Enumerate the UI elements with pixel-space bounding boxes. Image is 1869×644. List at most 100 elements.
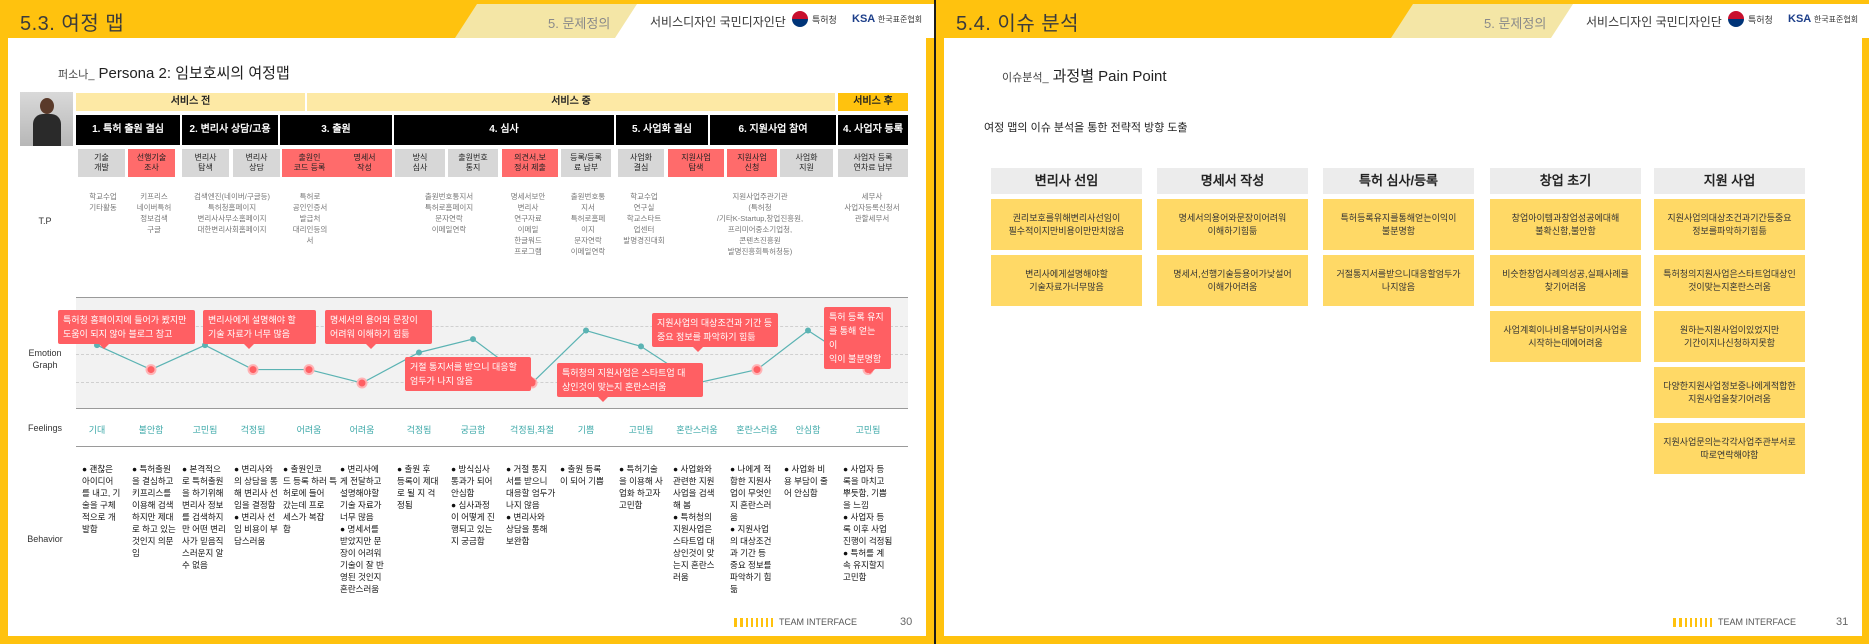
feeling-label: 궁금함 <box>460 425 486 435</box>
touchpoint: 출원인 코드 등록 <box>282 149 337 177</box>
feeling-label: 고민됨 <box>628 425 654 435</box>
row-label-tp: T.P <box>38 216 52 226</box>
behavior-text: ● 본격적으 로 특허출원 을 하기위해 변리사 정보 를 검색하지 만 어떤 … <box>182 464 226 570</box>
row-label-behavior: Behavior <box>27 534 63 544</box>
feeling-label: 어려움 <box>349 425 375 435</box>
pain-point-card: 특허등록유지를통해얻는이익이 불분명함 <box>1323 199 1474 250</box>
ksa-mark: KSA <box>1788 13 1811 25</box>
behavior-text: ● 사업자 등 록을 마치고 뿌듯함, 기쁨 을 느낌 ● 사업자 등 록 이후… <box>843 464 893 582</box>
touchpoint: 지원사업 신청 <box>727 149 777 177</box>
page-title: 5.3. 여정 맵 <box>20 13 125 35</box>
footer-brand: TEAM INTERFACE <box>1673 617 1796 627</box>
touchpoint-tip: 특허로 공인인증서 발급처 대리인등의 서 <box>292 192 328 245</box>
journey-stage: 2. 변리사 상담/고용 <box>182 115 278 145</box>
behavior-text: ● 괜찮은 아이디어 를 내고, 기 술을 구체 적으로 개 발함 <box>82 464 121 534</box>
touchpoint: 사업화 지원 <box>780 149 833 177</box>
journey-stage: 1. 특허 출원 결심 <box>76 115 180 145</box>
page-title: 5.4. 이슈 분석 <box>956 13 1080 35</box>
pain-column-header: 지원 사업 <box>1654 168 1805 194</box>
photo-body <box>33 114 61 146</box>
behavior-text: ● 거절 통지 서를 받으니 대응할 엄두가 나지 않음 ● 변리사와 상담을 … <box>506 464 556 546</box>
touchpoint-tip: 출원번호통 지서 특허로홈페 이지 문자연락 이메일연락 <box>570 192 606 256</box>
graph-gridline <box>76 354 908 355</box>
ksa-logo: KSA 한국표준협회 <box>1788 13 1858 25</box>
pain-bubble: 지원사업의 대상조건과 기간 등 중요 정보를 파악하기 힘듦 <box>652 313 778 352</box>
issue-title: 이슈분석_ 과정별 Pain Point <box>1002 65 1167 86</box>
touchpoint: 변리사 탐색 <box>182 149 229 177</box>
behavior-text: ● 출원인코 드 등록 하러 특 허로에 들어 갔는데 프로 세스가 복잡 함 <box>283 464 338 534</box>
row-label-emotion: Emotion Graph <box>28 348 62 370</box>
kipo-logo: 특허청 <box>792 11 837 27</box>
behavior-text: ● 특허출원 을 결심하고 키프리스를 이용해 검색 하지만 제대 로 하고 있… <box>132 464 176 558</box>
touchpoint-tip: 키프리스 네이버특허 정보검색 구글 <box>136 192 172 234</box>
graph-gridline <box>76 326 908 327</box>
behavior-text: ● 나에게 적 합한 지원사 업이 무엇인 지 혼란스러 움 ● 지원사업 의 … <box>730 464 772 594</box>
slide-journey-map: 5.3. 여정 맵 5. 문제정의 서비스디자인 국민디자인단 특허청 KSA … <box>0 0 934 644</box>
pain-point-card: 변리사에게설명해야할 기술자료가너무많음 <box>991 255 1142 306</box>
persona-photo <box>20 92 73 146</box>
pain-bubble: 특허 등록 유지 를 통해 얻는 이 익이 불분명함 <box>824 307 891 374</box>
kipo-label: 특허청 <box>812 14 837 25</box>
footer-brand: TEAM INTERFACE <box>734 617 857 627</box>
behavior-text: ● 방식심사 통과가 되어 안심함 ● 심사과정 이 어떻게 진 행되고 있는 … <box>451 464 495 546</box>
touchpoint-tip: 학교수업 기타활동 <box>89 192 117 212</box>
touchpoint: 기술 개발 <box>78 149 125 177</box>
footer-bars-icon <box>1673 617 1712 627</box>
phase-header: 서비스 중 <box>307 93 835 111</box>
phase-header: 서비스 전 <box>76 93 305 111</box>
pain-point-card: 다양한지원사업정보중나에게적합한 지원사업을찾기어려움 <box>1654 367 1805 418</box>
pain-column-header: 변리사 선임 <box>991 168 1142 194</box>
journey-stage: 3. 출원 <box>280 115 392 145</box>
feeling-label: 기쁨 <box>577 425 595 435</box>
feeling-label: 고민됨 <box>192 425 218 435</box>
pain-bubble: 특허청 홈페이지에 들어가 봤지만 도움이 되지 않아 블로그 참고 <box>58 310 195 349</box>
pain-column-header: 명세서 작성 <box>1157 168 1308 194</box>
program-label: 서비스디자인 국민디자인단 <box>650 15 786 29</box>
touchpoint: 명세서 작성 <box>337 149 392 177</box>
behavior-text: ● 사업화 비 용 부담이 줄 어 안심함 <box>784 464 828 498</box>
slide-header: 5.4. 이슈 분석 5. 문제정의 서비스디자인 국민디자인단 특허청 KSA… <box>936 0 1869 40</box>
issue-heading: 과정별 Pain Point <box>1052 68 1167 85</box>
touchpoint: 방식 심사 <box>395 149 445 177</box>
taegeuk-icon <box>792 11 808 27</box>
touchpoint-tip: 학교수업 연구실 학교스타트 업센터 발명경진대회 <box>623 192 665 245</box>
page-number: 31 <box>1836 616 1849 628</box>
section-label: 5. 문제정의 <box>548 16 611 31</box>
kipo-label: 특허청 <box>1748 14 1773 25</box>
pain-point-card: 지원사업문의는각각사업주관부서로 따로연락해야함 <box>1654 423 1805 474</box>
touchpoint-tip: 지원사업주관기관 (특허청 /기타K-Startup,창업진흥원, 프리미어중소… <box>716 192 804 256</box>
footer-bars-icon <box>734 617 773 627</box>
pain-point-card: 창업아이템과창업성공에대해 불확신함,불안함 <box>1490 199 1641 250</box>
touchpoint: 출원번호 통지 <box>448 149 498 177</box>
pain-point-card: 명세서,선행기술등용어가낯설어 이해가어려움 <box>1157 255 1308 306</box>
touchpoint: 선행기술 조사 <box>128 149 175 177</box>
feeling-label: 혼란스러움 <box>736 425 778 435</box>
feeling-label: 걱정됨,좌절 <box>510 425 554 435</box>
section-label: 5. 문제정의 <box>1484 16 1547 31</box>
journey-stage: 4. 사업자 등록 <box>838 115 908 145</box>
issue-prefix: 이슈분석_ <box>1002 72 1049 84</box>
behavior-text: ● 변리사와 의 상담을 통 해 변리사 선 임을 결정함 ● 변리사 선 임 … <box>234 464 278 546</box>
journey-stage: 6. 지원사업 참여 <box>710 115 836 145</box>
touchpoint: 사업자 등록 연차료 납부 <box>838 149 908 177</box>
ksa-logo: KSA 한국표준협회 <box>852 13 922 25</box>
feeling-label: 기대 <box>88 425 106 435</box>
pain-bubble: 거절 통지서를 받으니 대응할 엄두가 나지 않음 <box>405 357 536 391</box>
persona-title: 퍼소나_ Persona 2: 임보호씨의 여정맵 <box>58 62 290 83</box>
touchpoint: 변리사 상담 <box>233 149 280 177</box>
behavior-text: ● 특허기술 을 이용해 사 업화 하고자 고민함 <box>619 464 663 510</box>
behavior-text: ● 출원 등록 이 되어 기쁨 <box>560 464 604 486</box>
pain-point-card: 명세서의용어와문장이어려워 이해하기힘듦 <box>1157 199 1308 250</box>
touchpoint: 사업화 결심 <box>618 149 664 177</box>
pain-point-card: 거절통지서를받으니대응할엄두가 나지않음 <box>1323 255 1474 306</box>
touchpoint: 의견서,보 정서 제출 <box>502 149 558 177</box>
touchpoint-tip: 출원번호통지서 특허로홈페이지 문자연락 이메일연락 <box>424 192 474 234</box>
ksa-name: 한국표준협회 <box>1813 15 1859 24</box>
feeling-label: 고민됨 <box>855 425 881 435</box>
behavior-text: ● 변리사에 게 전달하고 설명해야할 기술 자료가 너무 많음 ● 명세서를 … <box>340 464 384 594</box>
pain-column-header: 창업 초기 <box>1490 168 1641 194</box>
touchpoint-tip: 검색엔진(네이버/구글등) 특허청홈페이지 변리사사무소홈페이지 대한변리사회홈… <box>193 192 271 234</box>
issue-subtitle: 여정 맵의 이슈 분석을 통한 전략적 방향 도출 <box>984 122 1188 134</box>
feeling-label: 걱정됨 <box>240 425 266 435</box>
ksa-name: 한국표준협회 <box>877 15 923 24</box>
